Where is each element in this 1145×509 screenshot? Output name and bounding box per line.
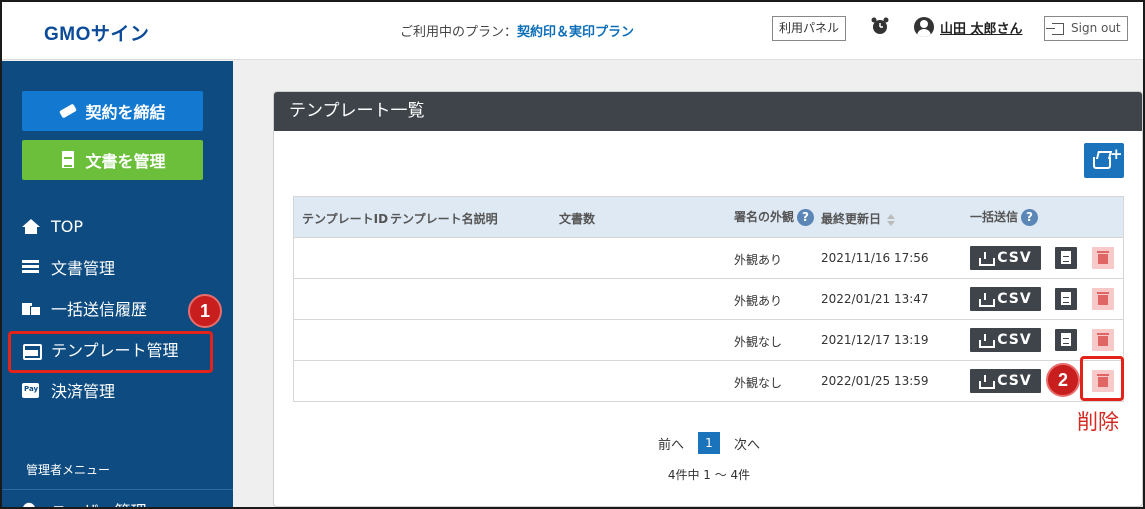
sidebar-item-label: 文書管理 xyxy=(51,259,116,278)
manage-docs-label: 文書を管理 xyxy=(85,152,166,171)
sign-contract-label: 契約を締結 xyxy=(85,103,166,122)
help-icon[interactable]: ? xyxy=(797,209,815,226)
document-icon xyxy=(59,151,77,169)
user-name[interactable]: 山田 太郎さん xyxy=(940,18,1023,37)
csv-download-button[interactable]: CSV xyxy=(970,328,1041,352)
col-bulk-send: 一括送信? xyxy=(970,208,1039,226)
top-header: GMOサイン ご利用中のプラン：契約印＆実印プラン 利用パネル 山田 太郎さん … xyxy=(2,2,1143,60)
step1-highlight-box xyxy=(8,331,213,373)
row-appearance: 外観なし xyxy=(734,376,783,390)
row-appearance: 外観なし xyxy=(734,335,783,349)
trash-icon[interactable] xyxy=(1092,247,1114,269)
delete-caption: 削除 xyxy=(1077,410,1119,434)
document-icon[interactable] xyxy=(1055,247,1077,269)
row-updated: 2022/01/21 13:47 xyxy=(821,292,929,306)
sidebar-item-label: 一括送信履歴 xyxy=(51,300,148,319)
sort-icon xyxy=(887,213,896,226)
help-icon[interactable]: ? xyxy=(1021,209,1039,226)
col-updated-label: 最終更新日 xyxy=(821,212,882,226)
col-description: 説明 xyxy=(473,212,498,226)
user-avatar-icon xyxy=(914,17,934,37)
col-appearance: 署名の外観? xyxy=(734,208,815,226)
table-row: 外観あり 2022/01/21 13:47 CSV xyxy=(294,278,1123,319)
user-icon: ● xyxy=(22,498,36,509)
app-window: GMOサイン ご利用中のプラン：契約印＆実印プラン 利用パネル 山田 太郎さん … xyxy=(0,0,1145,509)
table-row: 外観なし 2022/01/25 13:59 CSV xyxy=(294,360,1123,401)
row-updated: 2022/01/25 13:59 xyxy=(821,374,929,388)
handshake-icon xyxy=(59,102,77,120)
step2-badge: 2 xyxy=(1046,363,1080,397)
template-table: テンプレートID テンプレート名説明 文書数 署名の外観? 最終更新日 一括送信… xyxy=(293,196,1124,402)
template-list-panel: テンプレート一覧 + テンプレートID テンプレート名説明 文書数 署名の外観?… xyxy=(273,91,1143,507)
gmo-sign-logo[interactable]: GMOサイン xyxy=(44,19,149,46)
sidebar-item-top[interactable]: TOP xyxy=(2,211,233,241)
home-icon xyxy=(22,218,40,234)
next-page-link[interactable]: 次へ xyxy=(734,434,760,453)
step2-highlight-box xyxy=(1080,356,1124,401)
row-updated: 2021/11/16 17:56 xyxy=(821,251,929,265)
trash-icon[interactable] xyxy=(1092,329,1114,351)
row-appearance: 外観あり xyxy=(734,294,783,308)
step1-badge: 1 xyxy=(188,294,222,328)
download-icon xyxy=(979,293,996,307)
row-updated: 2021/12/17 13:19 xyxy=(821,333,929,347)
download-icon xyxy=(979,375,996,389)
document-icon[interactable] xyxy=(1055,329,1077,351)
plan-name: 契約印＆実印プラン xyxy=(517,25,635,40)
sidebar-item-user-management[interactable]: ● ユーザー管理 xyxy=(22,498,147,509)
col-doc-count: 文書数 xyxy=(559,212,596,226)
sign-out-icon xyxy=(1046,23,1064,35)
table-row: 外観なし 2021/12/17 13:19 CSV xyxy=(294,319,1123,360)
manage-docs-button[interactable]: 文書を管理 xyxy=(22,140,203,180)
admin-menu-heading: 管理者メニュー xyxy=(26,463,111,477)
col-template-name-label: テンプレート名 xyxy=(390,212,474,226)
col-bulk-send-label: 一括送信 xyxy=(970,210,1019,224)
sidebar-item-payments[interactable]: 決済管理 xyxy=(2,375,233,405)
sign-contract-button[interactable]: 契約を締結 xyxy=(22,91,203,131)
download-icon xyxy=(979,334,996,348)
table-header: テンプレートID テンプレート名説明 文書数 署名の外観? 最終更新日 一括送信… xyxy=(294,197,1123,237)
pagination: 前へ 1 次へ xyxy=(274,432,1142,454)
csv-download-button[interactable]: CSV xyxy=(970,369,1041,393)
sign-out-button[interactable]: Sign out xyxy=(1044,16,1128,41)
trash-icon[interactable] xyxy=(1092,288,1114,310)
download-icon xyxy=(979,252,996,266)
document-icon[interactable] xyxy=(1055,288,1077,310)
sidebar: 契約を締結 文書を管理 TOP 文書管理 一括送信履歴 テンプレート管理 決済管… xyxy=(2,61,233,509)
sidebar-item-documents[interactable]: 文書管理 xyxy=(2,252,233,282)
current-plan: ご利用中のプラン：契約印＆実印プラン xyxy=(400,21,634,40)
list-icon xyxy=(22,259,39,275)
csv-download-button[interactable]: CSV xyxy=(970,246,1041,270)
alarm-clock-icon[interactable] xyxy=(870,16,890,36)
col-updated[interactable]: 最終更新日 xyxy=(821,210,896,227)
plan-label: ご利用中のプラン： xyxy=(400,25,518,40)
add-template-button[interactable]: + xyxy=(1084,143,1124,178)
sidebar-item-label: ユーザー管理 xyxy=(51,498,147,507)
csv-label: CSV xyxy=(997,332,1032,348)
admin-divider xyxy=(2,489,233,490)
csv-label: CSV xyxy=(997,291,1032,307)
usage-panel-button[interactable]: 利用パネル xyxy=(772,16,846,41)
col-template-id: テンプレートID xyxy=(302,212,389,226)
sign-out-label: Sign out xyxy=(1071,21,1121,35)
current-page[interactable]: 1 xyxy=(698,432,720,454)
add-template-icon xyxy=(1093,157,1111,169)
csv-download-button[interactable]: CSV xyxy=(970,287,1041,311)
row-appearance: 外観あり xyxy=(734,253,783,267)
pay-icon xyxy=(22,382,39,398)
send-history-icon xyxy=(22,301,41,316)
table-row: 外観あり 2021/11/16 17:56 CSV xyxy=(294,237,1123,278)
sidebar-item-label: 決済管理 xyxy=(51,382,116,401)
col-appearance-label: 署名の外観 xyxy=(734,210,795,224)
csv-label: CSV xyxy=(997,250,1032,266)
user-menu[interactable]: 山田 太郎さん xyxy=(914,17,1023,37)
plus-icon: + xyxy=(1110,145,1123,163)
result-count: 4件中 1 ～ 4件 xyxy=(667,468,751,482)
csv-label: CSV xyxy=(997,373,1032,389)
col-template-name: テンプレート名説明 xyxy=(390,210,498,227)
prev-page-link[interactable]: 前へ xyxy=(658,434,684,453)
sidebar-item-label: TOP xyxy=(51,216,84,236)
panel-title: テンプレート一覧 xyxy=(274,92,1142,131)
